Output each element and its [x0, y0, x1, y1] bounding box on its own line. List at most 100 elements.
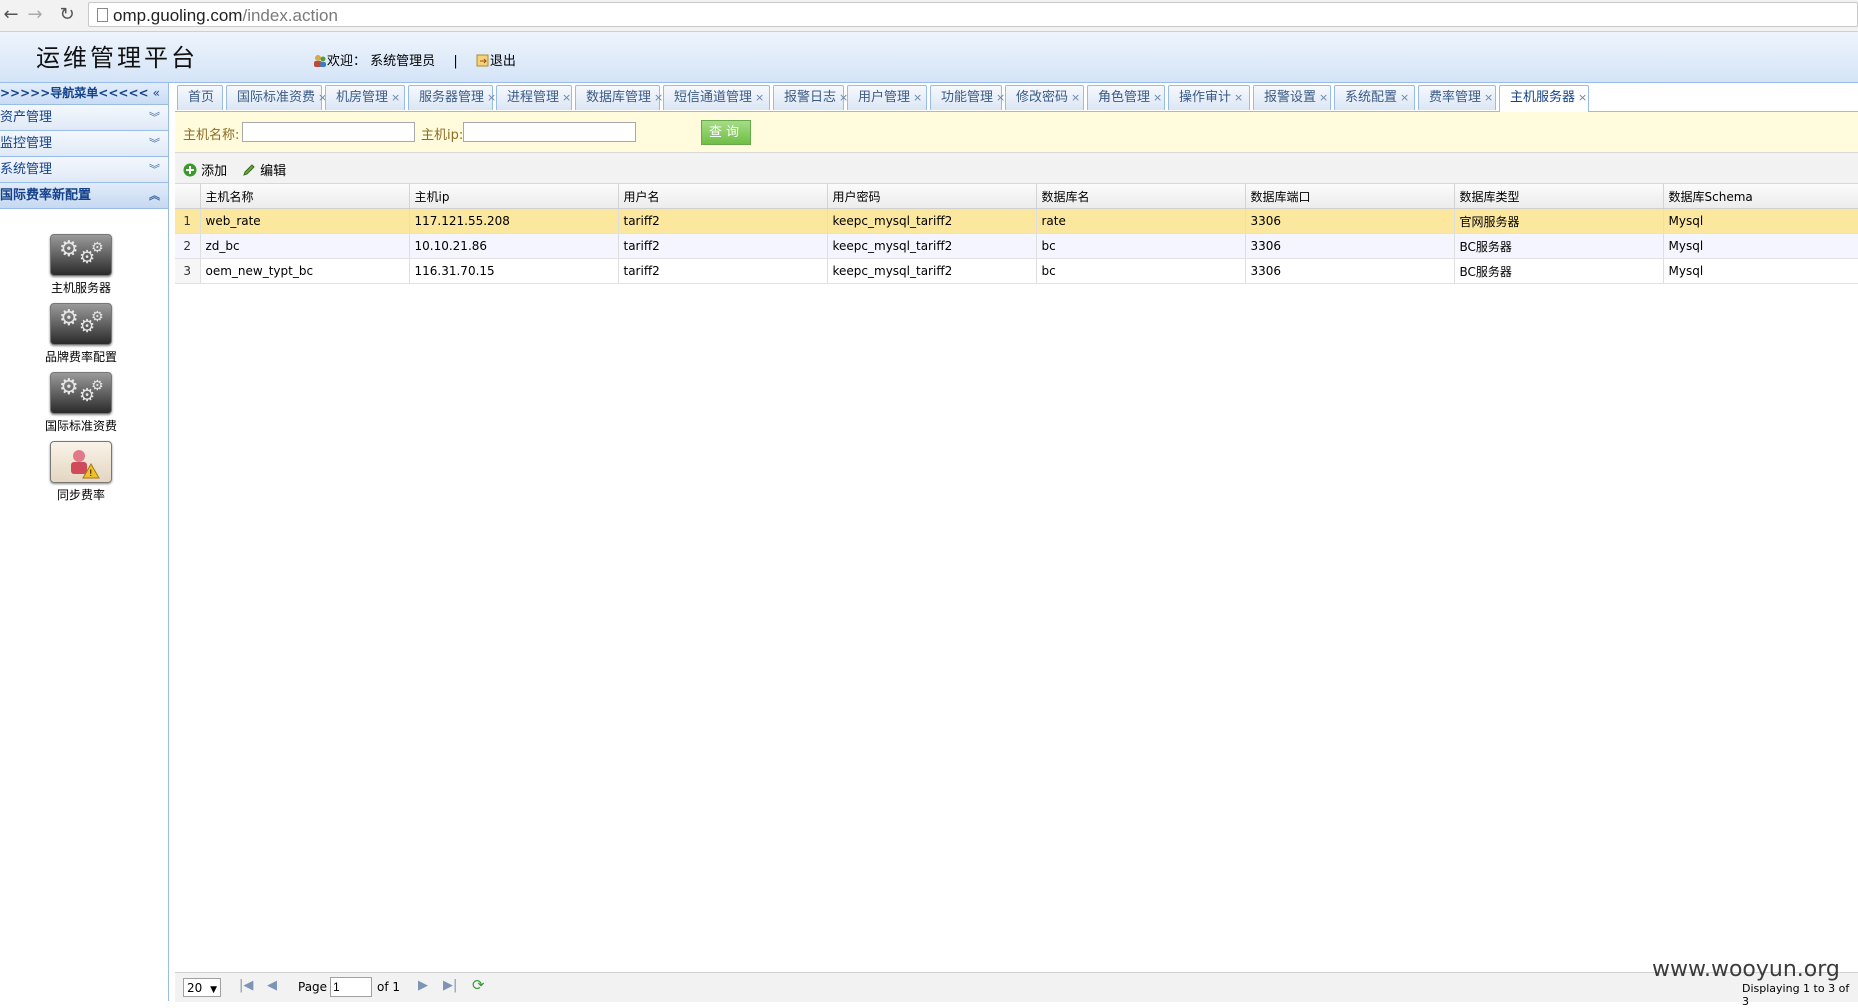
- tab-2[interactable]: 国际标准资费 ×: [226, 85, 327, 110]
- app-title: 运维管理平台: [36, 44, 198, 72]
- column-header[interactable]: 用户密码: [827, 184, 1037, 209]
- chevron-down-icon: ︾: [149, 137, 160, 150]
- tab-11[interactable]: 修改密码 ×: [1005, 85, 1084, 110]
- tab-label: 报警设置: [1264, 90, 1317, 105]
- nav-menu-title: >>>>>导航菜单<<<<<: [0, 86, 149, 100]
- host-name-input[interactable]: [242, 122, 415, 142]
- sidebar-section-monitoring[interactable]: 监控管理 ︾: [0, 131, 168, 157]
- table-cell[interactable]: bc: [1036, 258, 1246, 284]
- sidebar-link-brand-rate[interactable]: ⚙ ⚙ ⚙ 品牌费率配置: [16, 303, 146, 365]
- forward-icon[interactable]: →: [24, 3, 46, 27]
- table-cell[interactable]: tariff2: [618, 258, 828, 284]
- tab-17[interactable]: 主机服务器 ×: [1499, 85, 1589, 112]
- tab-3[interactable]: 机房管理 ×: [325, 85, 405, 110]
- logout-link[interactable]: 退出: [476, 54, 516, 69]
- close-icon[interactable]: ×: [1578, 91, 1587, 104]
- table-cell[interactable]: 官网服务器: [1454, 208, 1664, 234]
- next-page-icon[interactable]: ▶: [418, 978, 428, 993]
- column-header[interactable]: 用户名: [618, 184, 828, 209]
- table-cell[interactable]: keepc_mysql_tariff2: [827, 233, 1037, 259]
- column-header[interactable]: 数据库Schema: [1663, 184, 1858, 209]
- table-cell[interactable]: 3306: [1245, 208, 1455, 234]
- table-row[interactable]: 1 web_rate 117.121.55.208 tariff2 keepc_mysq…: [175, 208, 1858, 234]
- sidebar-link-sync-rate[interactable]: ! 同步费率: [16, 441, 146, 503]
- table-row[interactable]: 3 oem_new_typt_bc 116.31.70.15 tariff2 keepc…: [175, 258, 1858, 284]
- table-cell[interactable]: 3306: [1245, 258, 1455, 284]
- tab-1[interactable]: 首页: [177, 85, 223, 110]
- table-cell[interactable]: tariff2: [618, 208, 828, 234]
- tab-15[interactable]: 系统配置 ×: [1334, 85, 1415, 110]
- tab-12[interactable]: 角色管理 ×: [1087, 85, 1165, 110]
- tab-5[interactable]: 进程管理 ×: [496, 85, 572, 110]
- page-number-input[interactable]: [330, 977, 372, 997]
- refresh-icon[interactable]: ⟳: [472, 976, 485, 994]
- column-header[interactable]: 数据库端口: [1245, 184, 1455, 209]
- sidebar-section-system[interactable]: 系统管理 ︾: [0, 157, 168, 183]
- last-page-icon[interactable]: ▶|: [443, 978, 457, 993]
- gears-icon: ⚙ ⚙ ⚙: [50, 372, 112, 414]
- close-icon[interactable]: ×: [487, 91, 496, 104]
- table-cell[interactable]: Mysql: [1663, 208, 1858, 234]
- url-text: omp.guoling.com/index.action: [113, 6, 338, 25]
- tab-label: 机房管理: [336, 90, 389, 105]
- back-icon[interactable]: ←: [0, 3, 22, 27]
- table-cell[interactable]: Mysql: [1663, 258, 1858, 284]
- tab-16[interactable]: 费率管理 ×: [1418, 85, 1496, 110]
- close-icon[interactable]: ×: [1071, 91, 1080, 104]
- column-header[interactable]: 主机ip: [409, 184, 619, 209]
- sidebar-link-intl-tariff[interactable]: ⚙ ⚙ ⚙ 国际标准资费: [16, 372, 146, 434]
- close-icon[interactable]: ×: [1400, 91, 1409, 104]
- close-icon[interactable]: ×: [755, 91, 764, 104]
- table-cell[interactable]: 117.121.55.208: [409, 208, 619, 234]
- column-header[interactable]: 主机名称: [200, 184, 410, 209]
- address-bar[interactable]: omp.guoling.com/index.action: [88, 2, 1858, 27]
- table-cell[interactable]: zd_bc: [200, 233, 410, 259]
- collapse-icon[interactable]: «: [153, 83, 160, 104]
- table-cell[interactable]: BC服务器: [1454, 233, 1664, 259]
- column-header[interactable]: 数据库名: [1036, 184, 1246, 209]
- tab-9[interactable]: 用户管理 ×: [847, 85, 927, 110]
- close-icon[interactable]: ×: [391, 91, 400, 104]
- query-button[interactable]: 查询: [701, 120, 751, 145]
- close-icon[interactable]: ×: [1484, 91, 1493, 104]
- tab-label: 修改密码: [1016, 90, 1069, 105]
- close-icon[interactable]: ×: [654, 91, 663, 104]
- sidebar-section-assets[interactable]: 资产管理 ︾: [0, 105, 168, 131]
- first-page-icon[interactable]: |◀: [239, 978, 253, 993]
- table-cell[interactable]: BC服务器: [1454, 258, 1664, 284]
- prev-page-icon[interactable]: ◀: [267, 978, 277, 993]
- table-cell[interactable]: keepc_mysql_tariff2: [827, 208, 1037, 234]
- tab-14[interactable]: 报警设置 ×: [1253, 85, 1331, 110]
- table-cell[interactable]: rate: [1036, 208, 1246, 234]
- edit-button[interactable]: 编辑: [242, 160, 286, 179]
- add-button[interactable]: 添加: [183, 160, 227, 179]
- close-icon[interactable]: ×: [1319, 91, 1328, 104]
- close-icon[interactable]: ×: [1234, 91, 1243, 104]
- table-cell[interactable]: tariff2: [618, 233, 828, 259]
- table-cell[interactable]: oem_new_typt_bc: [200, 258, 410, 284]
- table-cell[interactable]: keepc_mysql_tariff2: [827, 258, 1037, 284]
- tab-4[interactable]: 服务器管理 ×: [408, 85, 496, 110]
- tab-7[interactable]: 短信通道管理 ×: [663, 85, 770, 110]
- tab-6[interactable]: 数据库管理 ×: [575, 85, 663, 110]
- table-cell[interactable]: web_rate: [200, 208, 410, 234]
- sidebar-link-host-server[interactable]: ⚙ ⚙ ⚙ 主机服务器: [16, 234, 146, 296]
- table-cell[interactable]: 116.31.70.15: [409, 258, 619, 284]
- table-cell[interactable]: Mysql: [1663, 233, 1858, 259]
- table-cell[interactable]: 10.10.21.86: [409, 233, 619, 259]
- close-icon[interactable]: ×: [562, 91, 571, 104]
- page-size-select[interactable]: 20 ▼: [183, 978, 221, 997]
- tab-8[interactable]: 报警日志 ×: [773, 85, 848, 110]
- tab-10[interactable]: 功能管理 ×: [930, 85, 1005, 110]
- tab-13[interactable]: 操作审计 ×: [1168, 85, 1250, 110]
- table-cell[interactable]: 3306: [1245, 233, 1455, 259]
- close-icon[interactable]: ×: [1153, 91, 1162, 104]
- reload-icon[interactable]: ↻: [56, 3, 78, 27]
- table-cell[interactable]: bc: [1036, 233, 1246, 259]
- column-header[interactable]: 数据库类型: [1454, 184, 1664, 209]
- sidebar-section-rate-config[interactable]: 国际费率新配置 ︽: [0, 183, 168, 209]
- host-ip-input[interactable]: [463, 122, 636, 142]
- table-row[interactable]: 2 zd_bc 10.10.21.86 tariff2 keepc_mysql_tari…: [175, 233, 1858, 259]
- close-icon[interactable]: ×: [996, 91, 1005, 104]
- close-icon[interactable]: ×: [913, 91, 922, 104]
